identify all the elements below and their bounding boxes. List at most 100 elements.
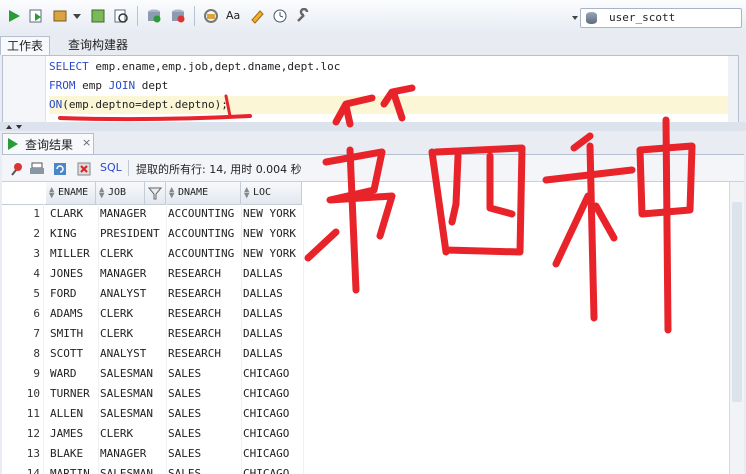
- sort-icon[interactable]: ▲ ▼: [49, 186, 57, 201]
- connection-dropdown-icon[interactable]: [572, 16, 578, 20]
- cell-ename[interactable]: BLAKE: [48, 444, 99, 464]
- print-icon[interactable]: [29, 161, 45, 177]
- row-number[interactable]: 8: [2, 344, 44, 364]
- column-header-dname[interactable]: ▲ ▼ DNAME: [166, 182, 241, 205]
- cell-dname[interactable]: SALES: [166, 384, 242, 404]
- cell-dname[interactable]: ACCOUNTING: [166, 244, 242, 264]
- history-clock-icon[interactable]: [272, 8, 288, 24]
- cell-dname[interactable]: SALES: [166, 364, 242, 384]
- cell-job[interactable]: SALESMAN: [98, 364, 167, 384]
- table-row[interactable]: 11 ALLEN SALESMAN SALES CHICAGO: [2, 404, 304, 424]
- cell-dname[interactable]: ACCOUNTING: [166, 224, 242, 244]
- cell-ename[interactable]: TURNER: [48, 384, 99, 404]
- case-change-icon[interactable]: Aa: [226, 8, 242, 24]
- cell-loc[interactable]: CHICAGO: [241, 444, 304, 464]
- sql-editor[interactable]: SELECT emp.ename,emp.job,dept.dname,dept…: [2, 55, 739, 123]
- dropdown-arrow-icon[interactable]: [72, 8, 82, 24]
- cell-ename[interactable]: JONES: [48, 264, 99, 284]
- table-row[interactable]: 5 FORD ANALYST RESEARCH DALLAS: [2, 284, 304, 304]
- column-header-loc[interactable]: ▲ ▼ LOC: [241, 182, 302, 205]
- explain-plan-icon[interactable]: [90, 8, 106, 24]
- table-row[interactable]: 1 CLARK MANAGER ACCOUNTING NEW YORK: [2, 204, 304, 224]
- cell-ename[interactable]: SMITH: [48, 324, 99, 344]
- rollback-db-icon[interactable]: [170, 8, 186, 24]
- row-number[interactable]: 11: [2, 404, 44, 424]
- cell-ename[interactable]: MILLER: [48, 244, 99, 264]
- table-row[interactable]: 8 SCOTT ANALYST RESEARCH DALLAS: [2, 344, 304, 364]
- row-number[interactable]: 9: [2, 364, 44, 384]
- row-number[interactable]: 1: [2, 204, 44, 224]
- cell-ename[interactable]: ALLEN: [48, 404, 99, 424]
- column-header-job[interactable]: ▲ ▼ JOB: [96, 182, 145, 205]
- cell-ename[interactable]: JAMES: [48, 424, 99, 444]
- sql-worksheet-icon[interactable]: [203, 8, 219, 24]
- table-row[interactable]: 4 JONES MANAGER RESEARCH DALLAS: [2, 264, 304, 284]
- cell-loc[interactable]: DALLAS: [241, 264, 304, 284]
- cell-job[interactable]: SALESMAN: [98, 384, 167, 404]
- table-row[interactable]: 3 MILLER CLERK ACCOUNTING NEW YORK: [2, 244, 304, 264]
- run-script-icon[interactable]: [28, 8, 44, 24]
- cell-job[interactable]: CLERK: [98, 244, 167, 264]
- table-row[interactable]: 9 WARD SALESMAN SALES CHICAGO: [2, 364, 304, 384]
- cell-ename[interactable]: ADAMS: [48, 304, 99, 324]
- sort-icon[interactable]: ▲ ▼: [169, 186, 177, 201]
- cell-dname[interactable]: SALES: [166, 444, 242, 464]
- cell-dname[interactable]: SALES: [166, 404, 242, 424]
- row-number[interactable]: 10: [2, 384, 44, 404]
- row-number[interactable]: 5: [2, 284, 44, 304]
- connection-selector[interactable]: user_scott: [572, 8, 742, 28]
- cell-ename[interactable]: FORD: [48, 284, 99, 304]
- cell-job[interactable]: CLERK: [98, 304, 167, 324]
- cell-job[interactable]: ANALYST: [98, 344, 167, 364]
- row-number[interactable]: 7: [2, 324, 44, 344]
- cell-job[interactable]: MANAGER: [98, 444, 167, 464]
- table-row[interactable]: 10 TURNER SALESMAN SALES CHICAGO: [2, 384, 304, 404]
- cell-dname[interactable]: RESEARCH: [166, 284, 242, 304]
- cell-job[interactable]: SALESMAN: [98, 404, 167, 424]
- cell-job[interactable]: CLERK: [98, 424, 167, 444]
- cell-job[interactable]: MANAGER: [98, 204, 167, 224]
- tab-query-builder[interactable]: 查询构建器: [62, 36, 134, 54]
- cell-loc[interactable]: DALLAS: [241, 324, 304, 344]
- run-statement-icon[interactable]: [6, 8, 22, 24]
- autotrace-icon[interactable]: [113, 8, 129, 24]
- cell-ename[interactable]: SCOTT: [48, 344, 99, 364]
- sql-link[interactable]: SQL: [100, 161, 122, 174]
- column-header-ename[interactable]: ▲ ▼ ENAME: [46, 182, 96, 205]
- pin-icon[interactable]: [8, 161, 24, 177]
- table-row[interactable]: 7 SMITH CLERK RESEARCH DALLAS: [2, 324, 304, 344]
- cell-ename[interactable]: CLARK: [48, 204, 99, 224]
- cancel-icon[interactable]: [76, 161, 92, 177]
- cell-ename[interactable]: KING: [48, 224, 99, 244]
- cell-dname[interactable]: RESEARCH: [166, 344, 242, 364]
- cell-loc[interactable]: DALLAS: [241, 304, 304, 324]
- table-row[interactable]: 12 JAMES CLERK SALES CHICAGO: [2, 424, 304, 444]
- table-row[interactable]: 2 KING PRESIDENT ACCOUNTING NEW YORK: [2, 224, 304, 244]
- cell-ename[interactable]: WARD: [48, 364, 99, 384]
- tab-query-result[interactable]: 查询结果 ×: [2, 133, 94, 154]
- cell-loc[interactable]: CHICAGO: [241, 384, 304, 404]
- cell-loc[interactable]: NEW YORK: [241, 204, 304, 224]
- filter-icon[interactable]: [145, 182, 166, 205]
- row-number[interactable]: 4: [2, 264, 44, 284]
- cell-dname[interactable]: ACCOUNTING: [166, 204, 242, 224]
- cell-loc[interactable]: NEW YORK: [241, 244, 304, 264]
- commit-icon[interactable]: [52, 8, 68, 24]
- cell-loc[interactable]: DALLAS: [241, 344, 304, 364]
- table-row[interactable]: 13 BLAKE MANAGER SALES CHICAGO: [2, 444, 304, 464]
- row-number[interactable]: 3: [2, 244, 44, 264]
- collapse-arrows-icon[interactable]: [4, 122, 34, 131]
- cell-dname[interactable]: RESEARCH: [166, 264, 242, 284]
- cell-job[interactable]: CLERK: [98, 324, 167, 344]
- commit-db-icon[interactable]: [146, 8, 162, 24]
- editor-scrollbar[interactable]: [728, 56, 738, 122]
- cell-loc[interactable]: CHICAGO: [241, 364, 304, 384]
- cell-loc[interactable]: DALLAS: [241, 284, 304, 304]
- row-number[interactable]: 2: [2, 224, 44, 244]
- panel-splitter[interactable]: [0, 122, 746, 131]
- sort-icon[interactable]: ▲ ▼: [244, 186, 252, 201]
- row-number[interactable]: 13: [2, 444, 44, 464]
- cell-job[interactable]: MANAGER: [98, 264, 167, 284]
- cell-job[interactable]: PRESIDENT: [98, 224, 167, 244]
- cell-job[interactable]: ANALYST: [98, 284, 167, 304]
